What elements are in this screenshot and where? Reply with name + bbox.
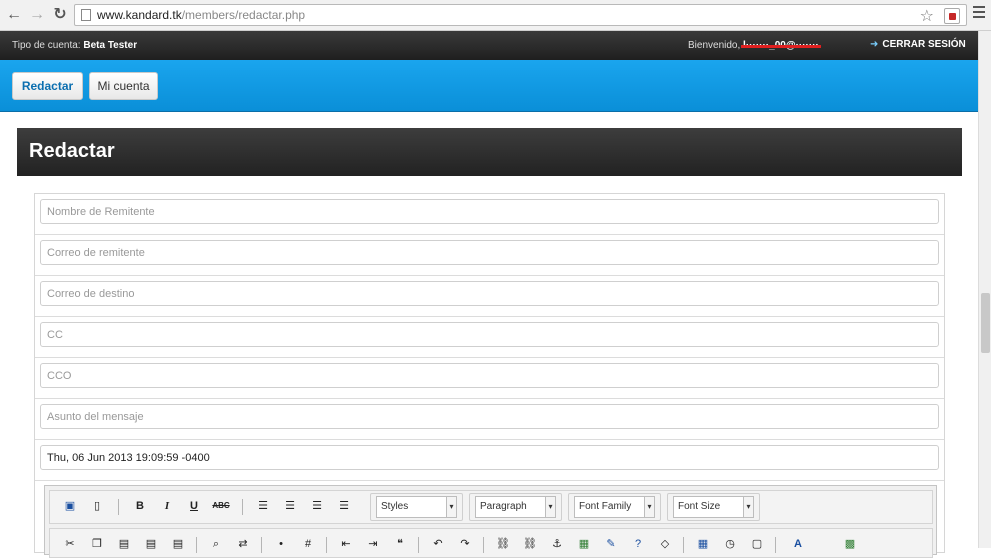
browser-toolbar: ← → ↻ www.kandard.tk/members/redactar.ph…: [0, 0, 991, 31]
underline-button[interactable]: U: [184, 496, 204, 516]
styles-select[interactable]: Styles ▾: [376, 496, 457, 518]
extension-icon[interactable]: [944, 8, 960, 24]
chevron-down-icon: ▾: [446, 497, 456, 517]
chevron-down-icon: ▾: [743, 497, 753, 517]
page-title: Redactar: [29, 140, 115, 162]
nav-tab-bar: Redactar Mi cuenta: [0, 60, 978, 112]
scrollbar-thumb[interactable]: [981, 293, 990, 353]
redo-icon[interactable]: ↷: [455, 534, 475, 554]
text-color-icon[interactable]: A: [788, 534, 808, 554]
logout-link[interactable]: ➜ CERRAR SESIÓN: [870, 39, 966, 50]
paste-icon[interactable]: ▤: [114, 534, 134, 554]
unlink-icon[interactable]: ⛓: [520, 534, 540, 554]
user-email: l·······_00@·······: [743, 40, 819, 51]
toolbar-separator: [418, 537, 419, 553]
toolbar-separator: [326, 537, 327, 553]
image-icon[interactable]: ▦: [574, 534, 594, 554]
save-icon[interactable]: ▣: [60, 496, 80, 516]
preview-icon[interactable]: ▢: [747, 534, 767, 554]
chevron-down-icon: ▾: [644, 497, 654, 517]
toolbar-separator: [261, 537, 262, 553]
toolbar-separator: [683, 537, 684, 553]
sender-email-field[interactable]: [40, 240, 939, 265]
welcome-text: Bienvenido, l·······_00@·······: [688, 40, 819, 51]
align-justify-icon[interactable]: ☰: [334, 496, 354, 516]
new-document-icon[interactable]: ▯: [87, 496, 107, 516]
cut-icon[interactable]: ✂: [60, 534, 80, 554]
editor-toolbar-row-1: ▣ ▯ B I U ABC ☰ ☰ ☰ ☰ Styles ▾ Paragraph ▾…: [49, 490, 933, 524]
sender-name-field[interactable]: [40, 199, 939, 224]
browser-menu-icon[interactable]: [973, 6, 985, 20]
font-family-select[interactable]: Font Family ▾: [574, 496, 655, 518]
page-icon: [81, 9, 91, 21]
subject-field[interactable]: [40, 404, 939, 429]
date-field[interactable]: [40, 445, 939, 470]
italic-button[interactable]: I: [157, 496, 177, 516]
reload-icon[interactable]: ↻: [50, 5, 70, 25]
anchor-icon[interactable]: ⚓: [547, 534, 567, 554]
tab-redactar[interactable]: Redactar: [12, 72, 83, 100]
forward-icon[interactable]: →: [27, 5, 47, 25]
align-left-icon[interactable]: ☰: [253, 496, 273, 516]
align-center-icon[interactable]: ☰: [280, 496, 300, 516]
indent-icon[interactable]: ⇥: [363, 534, 383, 554]
insert-date-icon[interactable]: ▦: [693, 534, 713, 554]
url-text: www.kandard.tk/members/redactar.php: [97, 8, 306, 22]
address-bar[interactable]: www.kandard.tk/members/redactar.php ☆: [74, 4, 967, 26]
link-icon[interactable]: ⛓: [493, 534, 513, 554]
cc-field[interactable]: [40, 322, 939, 347]
editor-toolbar-row-2: ✂ ❐ ▤ ▤ ▤ ⌕ ⇄ • # ⇤ ⇥ ❝ ↶ ↷ ⛓ ⛓ ⚓ ▦ ✎ ? …: [49, 528, 933, 558]
back-icon[interactable]: ←: [4, 5, 24, 25]
font-size-select[interactable]: Font Size ▾: [673, 496, 754, 518]
page-scrollbar[interactable]: [978, 31, 991, 548]
account-type: Tipo de cuenta: Beta Tester: [12, 40, 138, 51]
blockquote-icon[interactable]: ❝: [390, 534, 410, 554]
numbered-list-icon[interactable]: #: [298, 534, 318, 554]
panel-header: Redactar: [17, 128, 962, 176]
outdent-icon[interactable]: ⇤: [336, 534, 356, 554]
paste-text-icon[interactable]: ▤: [141, 534, 161, 554]
logout-arrow-icon: ➜: [870, 39, 879, 50]
code-icon[interactable]: ◇: [655, 534, 675, 554]
find-icon[interactable]: ⌕: [206, 534, 226, 554]
copy-icon[interactable]: ❐: [87, 534, 107, 554]
bullet-list-icon[interactable]: •: [271, 534, 291, 554]
toolbar-separator: [483, 537, 484, 553]
account-bar: Tipo de cuenta: Beta Tester Bienvenido, …: [0, 31, 978, 60]
paragraph-select[interactable]: Paragraph ▾: [475, 496, 556, 518]
chevron-down-icon: ▾: [545, 497, 555, 517]
replace-icon[interactable]: ⇄: [233, 534, 253, 554]
background-color-icon[interactable]: ▩: [840, 534, 860, 554]
undo-icon[interactable]: ↶: [428, 534, 448, 554]
toolbar-separator: [775, 537, 776, 553]
bcc-field[interactable]: [40, 363, 939, 388]
align-right-icon[interactable]: ☰: [307, 496, 327, 516]
strikethrough-button[interactable]: ABC: [211, 496, 231, 516]
tab-mi-cuenta[interactable]: Mi cuenta: [89, 72, 158, 100]
paste-word-icon[interactable]: ▤: [168, 534, 188, 554]
bold-button[interactable]: B: [130, 496, 150, 516]
toolbar-separator: [242, 499, 243, 515]
rich-text-editor: ▣ ▯ B I U ABC ☰ ☰ ☰ ☰ Styles ▾ Paragraph ▾…: [44, 485, 937, 558]
toolbar-separator: [118, 499, 119, 515]
help-icon[interactable]: ?: [628, 534, 648, 554]
toolbar-separator: [196, 537, 197, 553]
recipient-email-field[interactable]: [40, 281, 939, 306]
bookmark-star-icon[interactable]: ☆: [920, 6, 934, 26]
cleanup-icon[interactable]: ✎: [601, 534, 621, 554]
main-content: Redactar ▣ ▯ B I U: [0, 112, 978, 558]
insert-time-icon[interactable]: ◷: [720, 534, 740, 554]
